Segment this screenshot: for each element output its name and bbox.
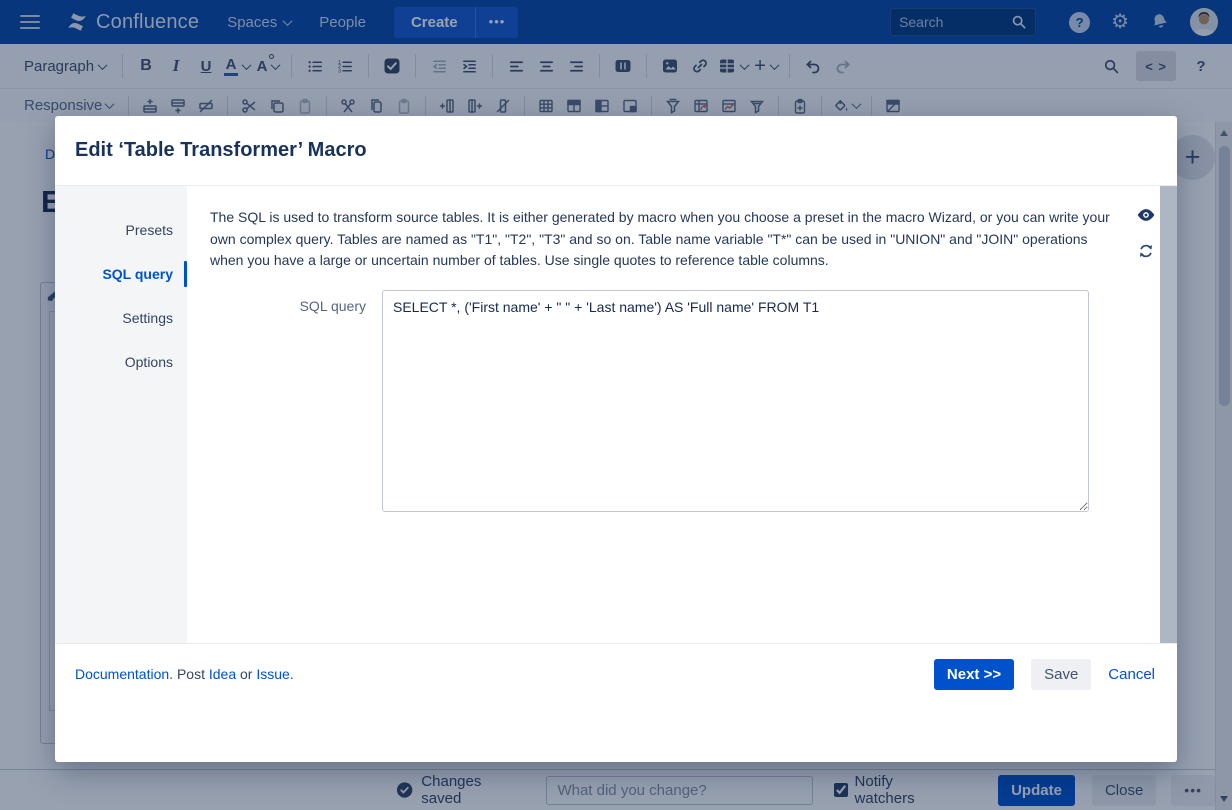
next-button[interactable]: Next >> (934, 659, 1014, 690)
footer-links: Documentation. Post Idea or Issue. (75, 659, 294, 682)
cancel-button[interactable]: Cancel (1108, 666, 1155, 683)
dialog-side-tools (1132, 186, 1160, 643)
sql-description: The SQL is used to transform source tabl… (210, 207, 1122, 272)
dialog-footer: Documentation. Post Idea or Issue. Next … (55, 643, 1177, 762)
tab-options[interactable]: Options (55, 340, 187, 384)
tab-settings[interactable]: Settings (55, 296, 187, 340)
eye-icon (1136, 205, 1156, 225)
active-tab-indicator (184, 261, 187, 287)
preview-button[interactable] (1136, 205, 1156, 225)
refresh-button[interactable] (1137, 242, 1155, 260)
dialog-sidebar: Presets SQL query Settings Options (55, 186, 187, 643)
idea-link[interactable]: Idea (209, 666, 236, 682)
dialog-scrollbar[interactable] (1160, 186, 1177, 643)
tab-sql-query[interactable]: SQL query (55, 252, 187, 296)
documentation-link[interactable]: Documentation (75, 666, 169, 682)
tab-presets[interactable]: Presets (55, 208, 187, 252)
sql-query-textarea[interactable]: SELECT *, ('First name' + " " + 'Last na… (382, 290, 1089, 512)
sql-query-label: SQL query (210, 290, 382, 512)
dialog-header: Edit ‘Table Transformer’ Macro (55, 116, 1177, 186)
save-button[interactable]: Save (1031, 659, 1091, 690)
dialog-content: The SQL is used to transform source tabl… (187, 186, 1132, 643)
refresh-icon (1137, 242, 1155, 260)
macro-edit-dialog: Edit ‘Table Transformer’ Macro Presets S… (55, 116, 1177, 762)
issue-link[interactable]: Issue (256, 666, 289, 682)
dialog-title: Edit ‘Table Transformer’ Macro (75, 139, 367, 162)
